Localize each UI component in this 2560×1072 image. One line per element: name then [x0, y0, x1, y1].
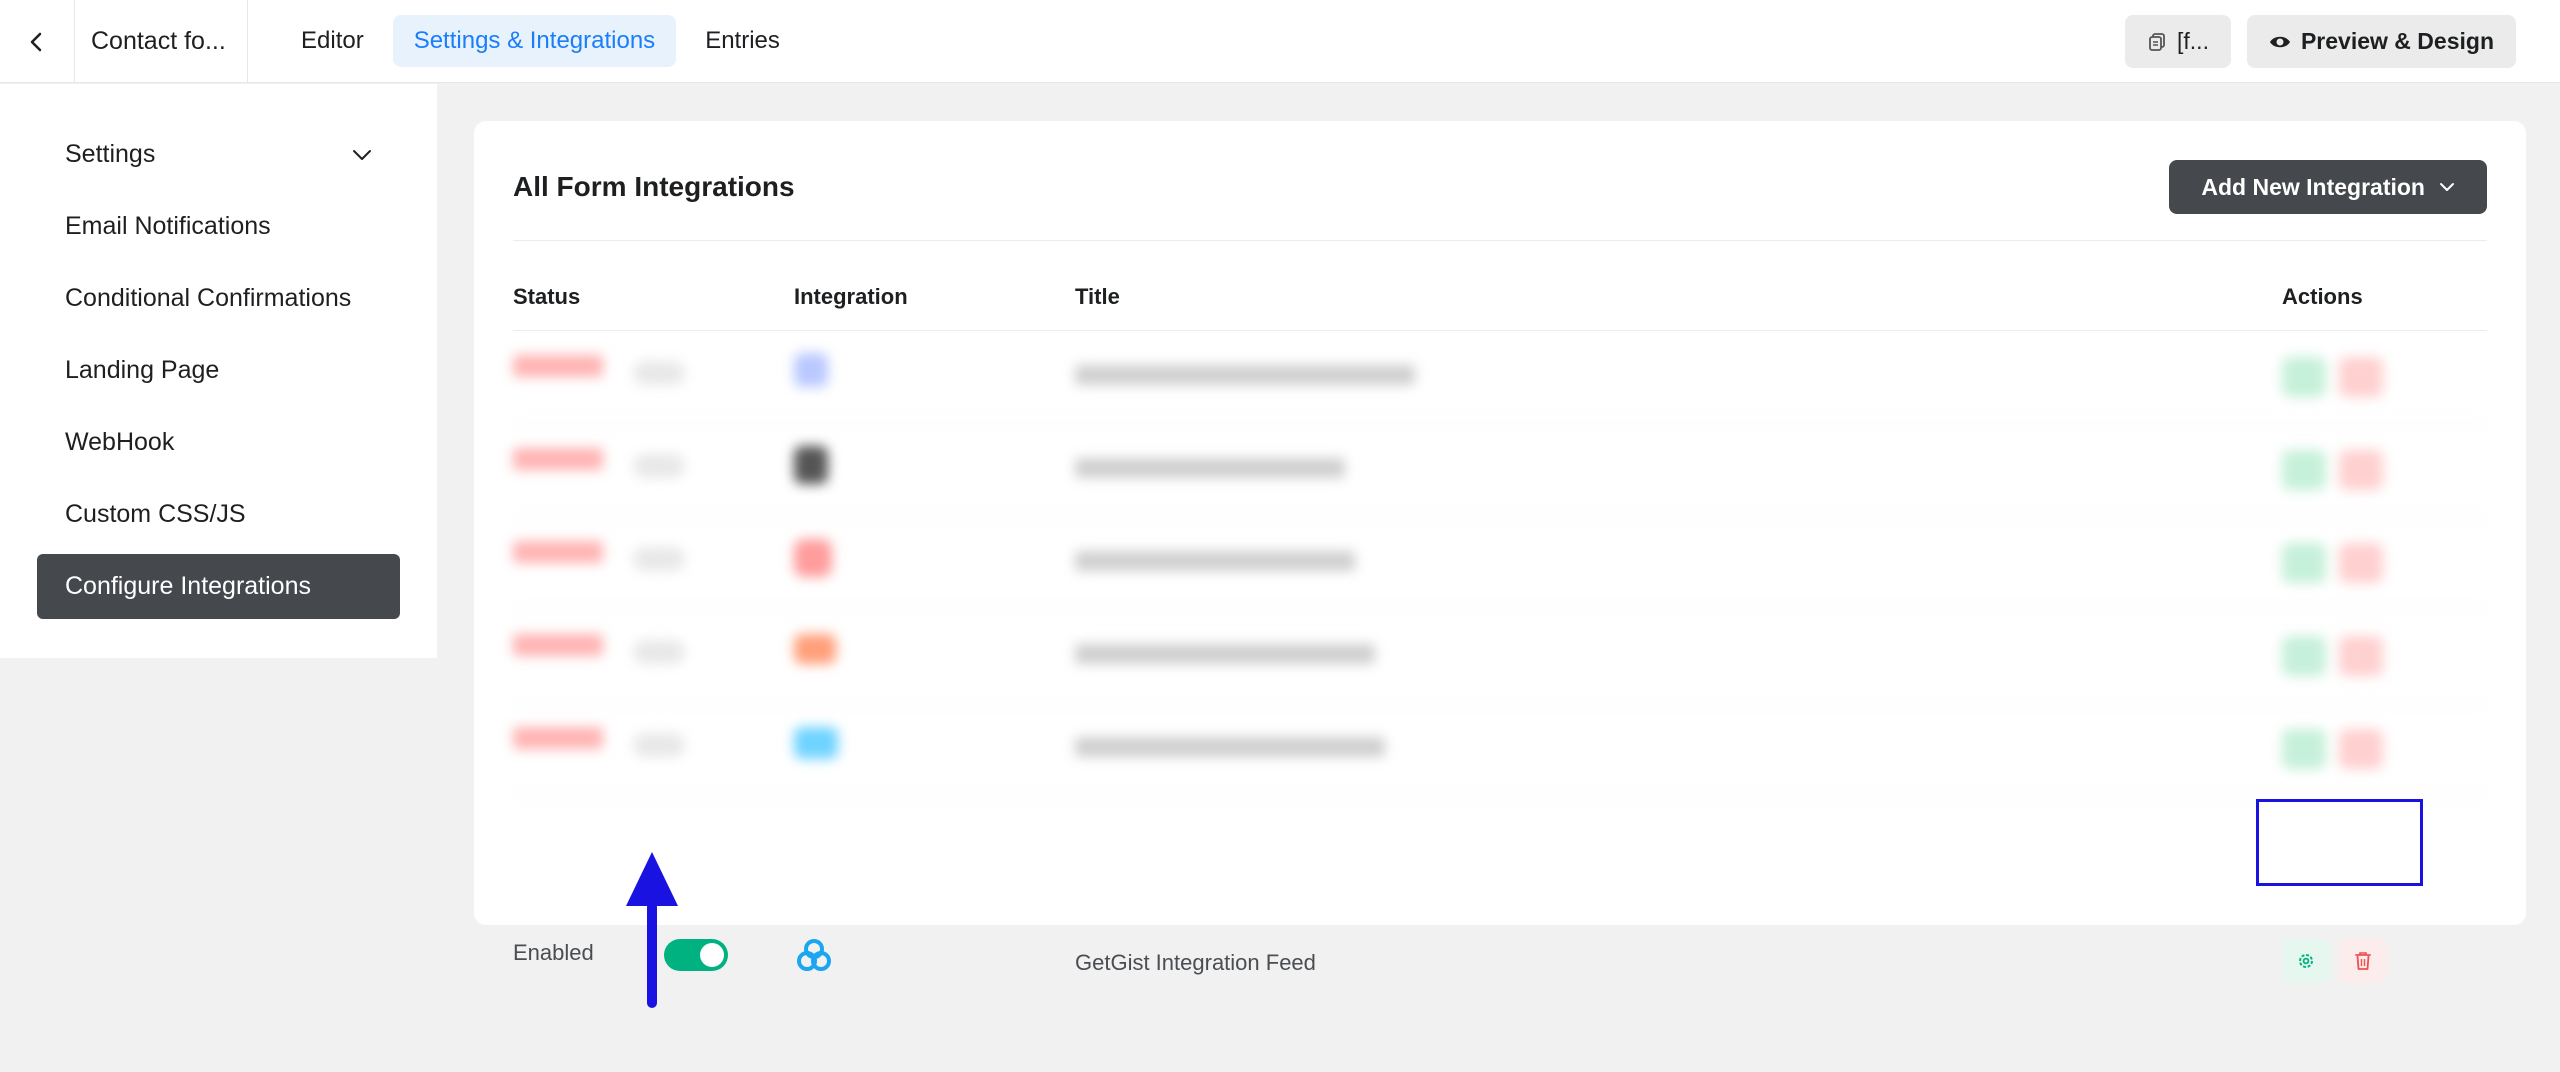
add-new-integration-label: Add New Integration: [2201, 173, 2425, 200]
column-header-integration: Integration: [794, 284, 908, 309]
table-row-redacted: [513, 331, 2487, 424]
column-header-actions: Actions: [2282, 284, 2363, 309]
copy-icon: [2149, 32, 2165, 51]
chevron-down-icon: [2440, 183, 2454, 191]
sidebar-item-label: Conditional Confirmations: [65, 284, 352, 312]
sidebar-item-label: Landing Page: [65, 356, 220, 384]
sidebar-item-label: Custom CSS/JS: [65, 500, 246, 528]
sidebar-item-label: Email Notifications: [65, 212, 271, 240]
delete-integration-button[interactable]: [2339, 939, 2387, 983]
table-row-redacted: [513, 703, 2487, 796]
table-header: Status Integration Title Actions: [513, 284, 2487, 331]
trash-icon: [2355, 952, 2371, 970]
table-row-redacted: [513, 424, 2487, 517]
shortcode-button[interactable]: [f...: [2125, 15, 2231, 68]
sidebar-item-landing-page[interactable]: Landing Page: [37, 338, 400, 403]
sidebar-item-label: Settings: [65, 140, 156, 168]
top-bar: Contact fo... Editor Settings & Integrat…: [0, 0, 2560, 83]
sidebar-item-webhook[interactable]: WebHook: [37, 410, 400, 475]
integration-title: GetGist Integration Feed: [1075, 950, 1316, 975]
annotation-arrow-icon: [626, 852, 678, 1008]
nav-tabs: Editor Settings & Integrations Entries: [280, 15, 801, 67]
form-name[interactable]: Contact fo...: [75, 0, 248, 83]
tab-entries[interactable]: Entries: [684, 15, 801, 67]
sidebar-menu: Settings Email Notifications Conditional…: [37, 122, 400, 626]
edit-integration-button[interactable]: [2282, 939, 2330, 983]
sidebar-item-settings[interactable]: Settings: [37, 122, 400, 187]
table-row: Enabled GetGist Integration Feed: [513, 796, 2487, 983]
getgist-logo-icon: [797, 939, 831, 971]
annotation-highlight-box: [2256, 799, 2423, 886]
status-label: Enabled: [513, 940, 594, 965]
add-new-integration-button[interactable]: Add New Integration: [2169, 160, 2487, 214]
settings-sidebar: Settings Email Notifications Conditional…: [0, 84, 437, 658]
table-row-redacted: [513, 610, 2487, 703]
chevron-down-icon: [353, 149, 371, 160]
preview-design-button[interactable]: Preview & Design: [2246, 15, 2516, 68]
chevron-left-icon: [30, 32, 42, 51]
shortcode-label: [f...: [2177, 28, 2209, 54]
table-row-redacted: [513, 517, 2487, 610]
gear-icon: [2299, 954, 2313, 968]
column-header-title: Title: [1075, 284, 1120, 309]
toggle-knob: [700, 943, 724, 967]
integrations-card: All Form Integrations Add New Integratio…: [474, 121, 2526, 983]
back-button[interactable]: [0, 0, 75, 83]
tab-editor[interactable]: Editor: [280, 15, 385, 67]
sidebar-item-custom-css-js[interactable]: Custom CSS/JS: [37, 482, 400, 547]
divider: [513, 240, 2487, 241]
eye-icon: [2269, 36, 2290, 47]
sidebar-item-email-notifications[interactable]: Email Notifications: [37, 194, 400, 259]
column-header-status: Status: [513, 284, 581, 309]
tab-settings-integrations[interactable]: Settings & Integrations: [392, 15, 677, 67]
top-actions: [f... Preview & Design: [2125, 15, 2516, 68]
sidebar-item-configure-integrations[interactable]: Configure Integrations: [37, 554, 400, 619]
preview-design-label: Preview & Design: [2300, 28, 2494, 54]
sidebar-item-conditional-confirmations[interactable]: Conditional Confirmations: [37, 266, 400, 331]
sidebar-item-label: WebHook: [65, 428, 175, 456]
sidebar-item-label: Configure Integrations: [65, 572, 311, 600]
page-title: All Form Integrations: [513, 171, 795, 202]
